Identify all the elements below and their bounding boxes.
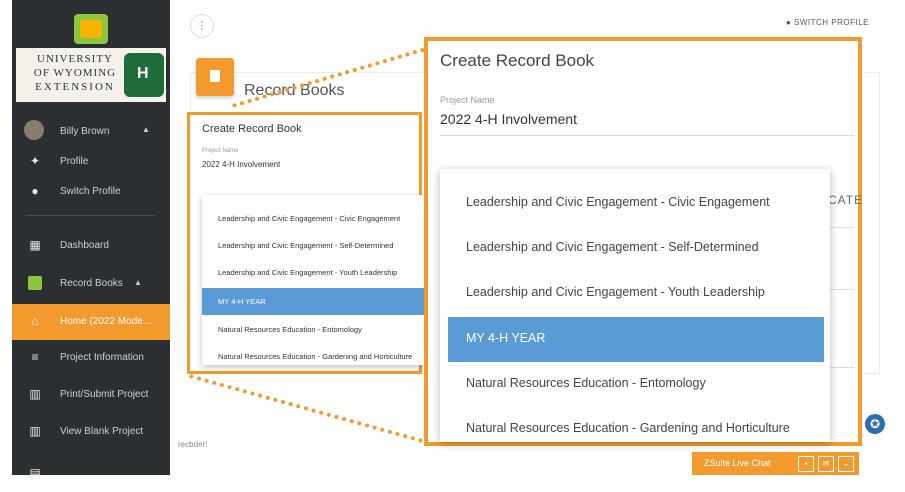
4h-clover-icon (124, 53, 164, 97)
create-record-book-dialog-small: Create Record Book Project Name 2022 4-H… (187, 112, 424, 374)
mail-icon[interactable]: ✉ (818, 456, 834, 472)
list-item-selected[interactable]: MY 4-H YEAR (448, 317, 824, 362)
chat-label: ZSuite Live Chat (704, 458, 771, 468)
caret-up-icon: ▲ (142, 125, 150, 134)
more-menu-button[interactable]: ⋮ (190, 14, 214, 38)
create-button-partial[interactable]: CATE (828, 193, 863, 207)
person-icon: ● (785, 18, 792, 27)
sidebar-item-label: Home (2022 Mode... (60, 316, 152, 327)
project-name-input[interactable]: 2022 4-H Involvement (202, 160, 280, 169)
chat-bubble-icon[interactable]: ▪ (798, 456, 814, 472)
sidebar-item-dashboard[interactable]: ▦ Dashboard (12, 228, 170, 264)
sidebar-item-home[interactable]: ⌂ Home (2022 Mode... (12, 304, 170, 340)
print-icon: ▥ (29, 387, 41, 401)
list-item[interactable]: Leadership and Civic Engagement - Youth … (440, 271, 830, 316)
project-name-label: Project Name (440, 95, 495, 105)
sidebar-item-label: Dashboard (60, 240, 109, 251)
list-item[interactable]: Leadership and Civic Engagement - Youth … (202, 259, 424, 286)
project-name-label: Project Name (202, 148, 239, 154)
list-item-selected[interactable]: MY 4-H YEAR (202, 288, 424, 315)
list-item[interactable]: Leadership and Civic Engagement - Civic … (440, 181, 830, 226)
divider (26, 215, 156, 216)
user-name: Billy Brown (60, 126, 110, 137)
sidebar-item-label: Project Information (60, 352, 144, 363)
list-item[interactable]: Leadership and Civic Engagement - Self-D… (202, 232, 424, 259)
record-books-icon (28, 276, 42, 290)
dashboard-icon: ▦ (29, 238, 41, 252)
accessibility-button[interactable]: ✪ (865, 414, 885, 434)
divider (830, 227, 854, 228)
home-icon: ⌂ (31, 314, 39, 328)
sidebar-item-label: Print/Submit Project (60, 389, 149, 400)
sidebar-item-label: Profile (60, 156, 89, 167)
list-item[interactable]: Natural Resources Education - Gardening … (202, 343, 424, 365)
sidebar-item-more[interactable]: ▤ (12, 456, 170, 492)
zoom-connector-bottom (188, 374, 431, 446)
live-chat-bar[interactable]: ZSuite Live Chat ▪ ✉ ⌄ (692, 452, 859, 475)
divider (830, 367, 854, 368)
book-icon (196, 58, 234, 96)
record-type-dropdown-list: Leadership and Civic Engagement - Civic … (202, 195, 424, 365)
chevron-down-icon[interactable]: ⌄ (838, 456, 854, 472)
input-underline (440, 135, 854, 136)
sidebar-item-label: Record Books (60, 278, 123, 289)
list-icon: ≡ (31, 350, 39, 364)
create-record-book-dialog-zoomed: Create Record Book Project Name 2022 4-H… (424, 37, 862, 446)
sidebar-item-view-blank[interactable]: ▥ View Blank Project (12, 414, 170, 450)
calendar-icon: ▤ (29, 466, 41, 480)
switch-user-icon: ● (31, 184, 39, 198)
footer-text: recbder! (178, 440, 208, 449)
record-type-dropdown-list: Leadership and Civic Engagement - Civic … (440, 169, 830, 442)
project-name-input[interactable]: 2022 4-H Involvement (440, 111, 577, 127)
list-item[interactable]: Leadership and Civic Engagement - Civic … (202, 205, 424, 232)
list-item[interactable]: Natural Resources Education - Entomology (440, 362, 830, 407)
sidebar-item-label: Switch Profile (60, 186, 121, 197)
sidebar-item-switch-profile[interactable]: ● Switch Profile (12, 174, 170, 210)
list-item[interactable]: Leadership and Civic Engagement - Self-D… (440, 226, 830, 271)
sidebar: UNIVERSITY OF WYOMING EXTENSION Billy Br… (12, 0, 170, 480)
caret-up-icon: ▲ (134, 278, 142, 287)
list-item[interactable]: Natural Resources Education - Gardening … (440, 407, 830, 442)
sidebar-item-label: View Blank Project (60, 426, 144, 437)
university-logo: UNIVERSITY OF WYOMING EXTENSION (16, 48, 166, 102)
sidebar-item-print-submit[interactable]: ▥ Print/Submit Project (12, 377, 170, 413)
person-icon: ✦ (29, 154, 41, 168)
zsuite-logo-icon (74, 14, 108, 44)
sidebar-item-project-information[interactable]: ≡ Project Information (12, 340, 170, 376)
dialog-title: Create Record Book (440, 51, 595, 70)
dialog-title: Create Record Book (202, 123, 302, 135)
divider (830, 289, 854, 290)
sidebar-item-record-books[interactable]: Record Books ▲ (12, 266, 170, 302)
switch-profile-button[interactable]: ● SWITCH PROFILE (786, 18, 869, 27)
university-name: UNIVERSITY OF WYOMING EXTENSION (33, 53, 117, 93)
list-item[interactable]: Natural Resources Education - Entomology (202, 316, 424, 343)
table-icon: ▥ (29, 424, 41, 438)
